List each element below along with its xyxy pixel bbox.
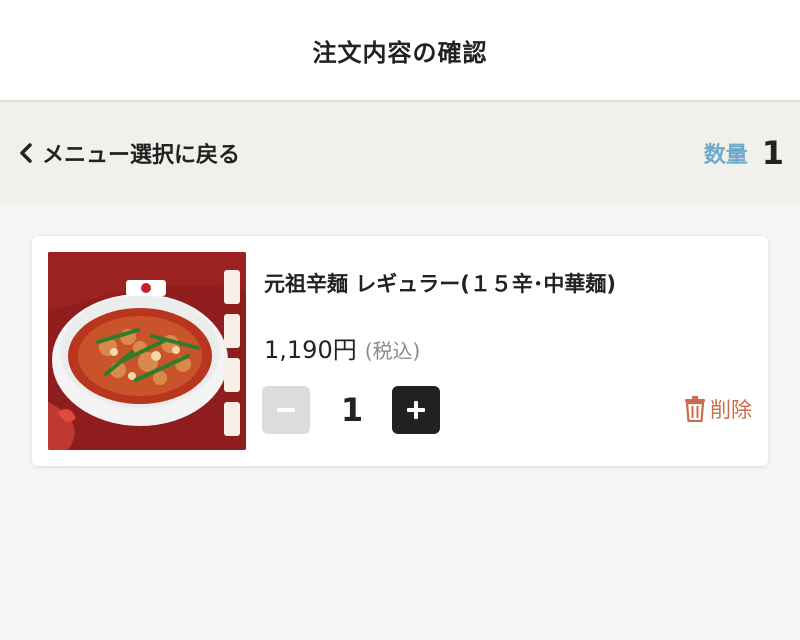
- sub-header-bar: メニュー選択に戻る 数量 1: [0, 102, 800, 204]
- page-title: 注文内容の確認: [312, 38, 488, 67]
- item-price: 1,190円: [264, 336, 357, 364]
- item-name: 元祖辛麺 レギュラー(１５辛･中華麺): [264, 272, 617, 296]
- back-link-label: メニュー選択に戻る: [42, 143, 241, 168]
- delete-label: 削除: [710, 398, 752, 422]
- quantity-total: 1: [761, 134, 784, 172]
- quantity-label: 数量: [703, 143, 748, 168]
- trash-icon: [685, 396, 705, 422]
- minus-icon: [277, 408, 295, 412]
- ramen-bowl-illustration: [48, 252, 246, 450]
- quantity-summary: 数量 1: [704, 134, 784, 172]
- price-row: 1,190円 (税込): [264, 330, 420, 365]
- delete-item-button[interactable]: 削除: [684, 394, 752, 424]
- item-image: [48, 252, 246, 450]
- back-to-menu-link[interactable]: メニュー選択に戻る: [14, 137, 240, 169]
- increase-quantity-button[interactable]: [392, 386, 440, 434]
- chevron-left-icon: [20, 143, 32, 163]
- decrease-quantity-button[interactable]: [262, 386, 310, 434]
- cart-item-card: 元祖辛麺 レギュラー(１５辛･中華麺) 1,190円 (税込) 1 削除: [32, 236, 768, 466]
- plus-icon: [407, 401, 425, 419]
- tax-note: (税込): [364, 339, 421, 363]
- quantity-stepper-value: 1: [340, 391, 364, 429]
- page-header: 注文内容の確認: [0, 0, 800, 102]
